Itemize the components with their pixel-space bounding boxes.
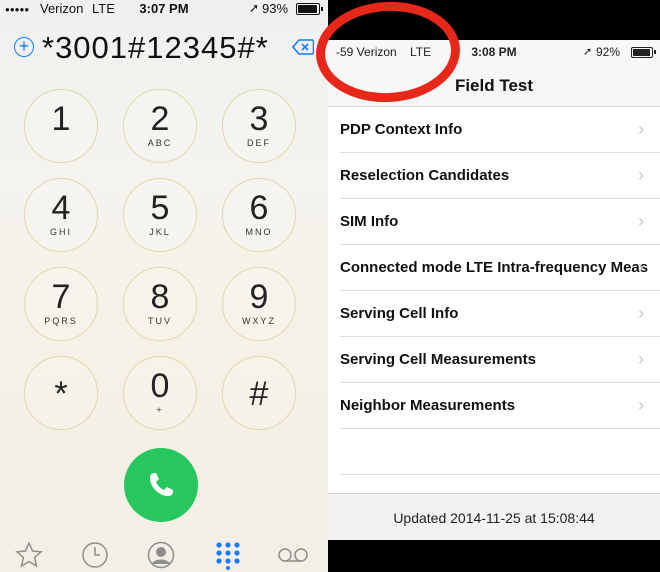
key-2[interactable]: 2 ABC [123, 89, 197, 163]
key-hash[interactable]: # [222, 356, 296, 430]
chevron-right-icon: › [638, 165, 644, 185]
field-test-menu: PDP Context Info › Reselection Candidates ›… [328, 107, 660, 475]
chevron-right-icon: › [638, 395, 644, 415]
dial-entry: + *3001#12345#* [0, 30, 328, 70]
key-digit: 1 [51, 100, 71, 138]
star-icon[interactable] [14, 540, 44, 570]
menu-row-label: SIM Info [340, 213, 399, 230]
chevron-right-icon: › [638, 119, 644, 139]
battery-percent: 92% [596, 45, 621, 59]
key-3[interactable]: 3 DEF [222, 89, 296, 163]
chevron-right-icon: › [638, 211, 644, 231]
key-9[interactable]: 9 WXYZ [222, 267, 296, 341]
key-letters: ABC [147, 138, 173, 148]
clock-icon[interactable] [80, 540, 110, 570]
tab-bar [0, 538, 328, 572]
key-5[interactable]: 5 JKL [123, 178, 197, 252]
key-0[interactable]: 0 + [123, 356, 197, 430]
key-4[interactable]: 4 GHI [24, 178, 98, 252]
dialed-number: *3001#12345#* [42, 30, 269, 65]
key-letters: GHI [49, 227, 72, 237]
menu-row-label: Serving Cell Info [340, 305, 459, 322]
key-digit: 2 [150, 100, 170, 138]
key-letters: PQRS [44, 316, 78, 326]
key-6[interactable]: 6 MNO [222, 178, 296, 252]
battery-icon [631, 47, 656, 58]
key-letters: TUV [148, 316, 172, 326]
screenshot: ●●●●● Verizon LTE 3:07 PM ➚ 93% + *3001#… [0, 0, 660, 572]
key-digit: 6 [249, 189, 269, 227]
key-digit: * [54, 375, 68, 413]
menu-row-label: Serving Cell Measurements [340, 351, 536, 368]
key-digit: 3 [249, 100, 269, 138]
key-star[interactable]: * [24, 356, 98, 430]
menu-row[interactable]: SIM Info › [340, 199, 660, 245]
menu-row[interactable]: Neighbor Measurements › [340, 383, 660, 429]
battery-icon [296, 3, 323, 15]
key-digit: # [249, 375, 269, 413]
menu-row[interactable]: Serving Cell Measurements › [340, 337, 660, 383]
empty-row [340, 429, 660, 475]
menu-row-label: Neighbor Measurements [340, 397, 516, 414]
voicemail-icon[interactable] [276, 540, 310, 570]
menu-row[interactable]: PDP Context Info › [340, 107, 660, 153]
key-digit: 5 [150, 189, 170, 227]
keypad-icon[interactable] [213, 540, 243, 570]
key-letters: + [156, 405, 164, 415]
backspace-icon[interactable] [292, 39, 314, 55]
menu-row-label: Connected mode LTE Intra-frequency Meas [340, 259, 649, 276]
updated-timestamp: Updated 2014-11-25 at 15:08:44 [393, 510, 595, 526]
add-contact-button[interactable]: + [14, 37, 34, 57]
phone-icon [150, 473, 173, 496]
battery-percent: 93% [262, 1, 289, 16]
menu-row[interactable]: Connected mode LTE Intra-frequency Meas › [340, 245, 660, 291]
chevron-right-icon: › [638, 303, 644, 323]
key-8[interactable]: 8 TUV [123, 267, 197, 341]
key-7[interactable]: 7 PQRS [24, 267, 98, 341]
key-digit: 7 [51, 278, 71, 316]
key-digit: 0 [150, 367, 170, 405]
key-letters: MNO [245, 227, 273, 237]
contact-icon[interactable] [146, 540, 176, 570]
key-digit: 4 [51, 189, 71, 227]
location-arrow-icon: ➚ [583, 46, 593, 58]
menu-row-label: Reselection Candidates [340, 167, 510, 184]
key-1[interactable]: 1 [24, 89, 98, 163]
chevron-right-icon: › [638, 349, 644, 369]
menu-row-label: PDP Context Info [340, 121, 463, 138]
location-arrow-icon: ➚ [249, 1, 260, 15]
chevron-right-icon: › [638, 257, 644, 277]
key-letters: WXYZ [242, 316, 276, 326]
key-letters: DEF [247, 138, 271, 148]
call-button[interactable] [124, 448, 198, 522]
status-bar: ●●●●● Verizon LTE 3:07 PM ➚ 93% [0, 0, 328, 18]
footer-bar: Updated 2014-11-25 at 15:08:44 [328, 493, 660, 540]
field-test-screen: -59 Verizon LTE 3:08 PM ➚ 92% Field Test… [328, 40, 660, 540]
menu-row[interactable]: Serving Cell Info › [340, 291, 660, 337]
dialer-screen: ●●●●● Verizon LTE 3:07 PM ➚ 93% + *3001#… [0, 0, 328, 572]
key-digit: 9 [249, 278, 269, 316]
menu-row[interactable]: Reselection Candidates › [340, 153, 660, 199]
key-digit: 8 [150, 278, 170, 316]
key-letters: JKL [149, 227, 171, 237]
